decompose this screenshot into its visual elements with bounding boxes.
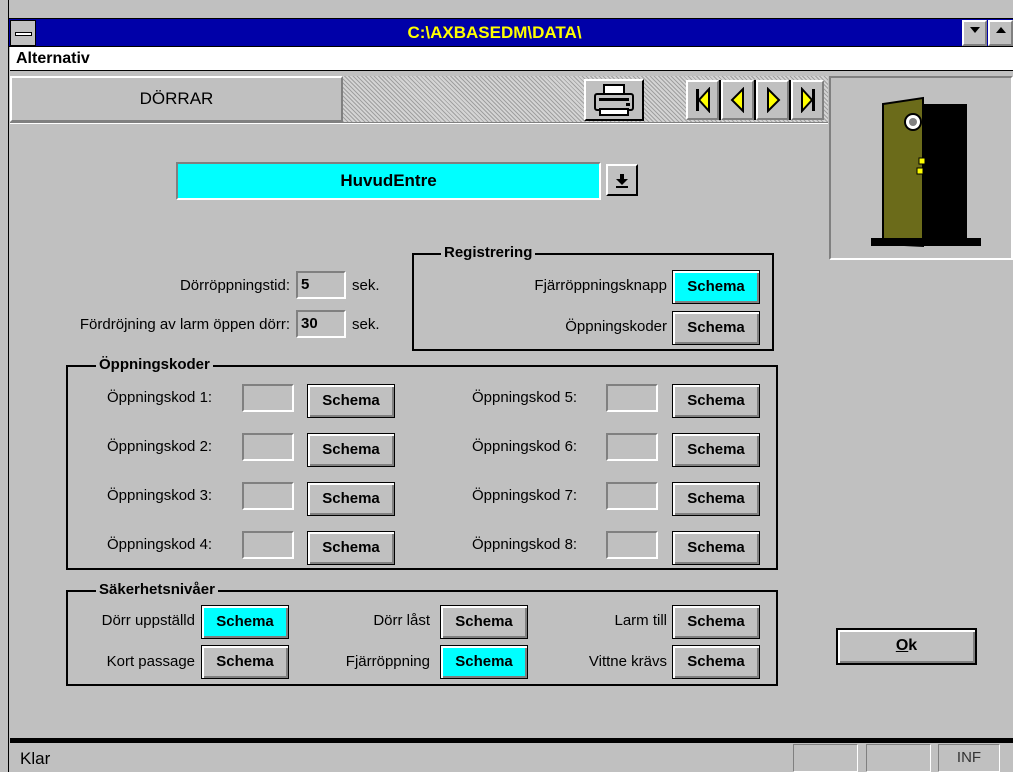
door-icon: [871, 96, 981, 248]
first-record-button[interactable]: [686, 80, 719, 120]
status-panel-inf: INF: [938, 744, 1000, 772]
fjarroppning-schema-button[interactable]: Schema: [440, 645, 528, 679]
dorr-last-schema-button[interactable]: Schema: [440, 605, 528, 639]
door-select[interactable]: HuvudEntre: [176, 162, 601, 200]
oppningskod-2-schema-button[interactable]: Schema: [307, 433, 395, 467]
alarm-delay-unit: sek.: [352, 316, 380, 333]
status-panel-2: [866, 744, 931, 772]
oppningskod-3-label: Öppningskod 3:: [107, 487, 213, 504]
fjarroppning-label: Fjärröppning: [345, 653, 430, 670]
status-panel-1: [793, 744, 858, 772]
oppningskod-6-field[interactable]: [606, 433, 658, 461]
oppningskoder-schema-button[interactable]: Schema: [672, 311, 760, 345]
oppningskod-6-schema-button[interactable]: Schema: [672, 433, 760, 467]
oppningskoder-title: Öppningskoder: [96, 356, 213, 374]
alarm-delay-field[interactable]: 30: [296, 310, 346, 338]
oppningskod-5-schema-button[interactable]: Schema: [672, 384, 760, 418]
oppningskod-7-schema-button[interactable]: Schema: [672, 482, 760, 516]
menu-bar: Alternativ: [10, 47, 1013, 71]
dorr-uppstalld-label: Dörr uppställd: [101, 612, 195, 629]
system-menu-icon[interactable]: [10, 20, 36, 46]
vittne-kravs-label: Vittne krävs: [588, 653, 667, 670]
oppningskod-6-label: Öppningskod 6:: [472, 438, 578, 455]
previous-record-icon: [730, 87, 744, 113]
dropdown-arrow-icon: [616, 174, 628, 188]
oppningskod-4-label: Öppningskod 4:: [107, 536, 213, 553]
alarm-delay-label: Fördröjning av larm öppen dörr:: [79, 316, 290, 333]
larm-till-label: Larm till: [614, 612, 667, 629]
oppningskod-3-field[interactable]: [242, 482, 294, 510]
window-title: C:\AXBASEDM\DATA\: [407, 23, 582, 42]
first-record-icon: [695, 87, 710, 113]
door-open-time-field[interactable]: 5: [296, 271, 346, 299]
application-window: C:\AXBASEDM\DATA\ Alternativ DÖRRAR Huvu…: [0, 0, 1013, 772]
door-select-dropdown-button[interactable]: [606, 164, 638, 196]
oppningskod-1-field[interactable]: [242, 384, 294, 412]
previous-record-button[interactable]: [721, 80, 754, 120]
tab-dorrar[interactable]: DÖRRAR: [10, 76, 343, 122]
oppningskod-7-field[interactable]: [606, 482, 658, 510]
next-record-button[interactable]: [756, 80, 789, 120]
oppningskoder-reg-label: Öppningskoder: [565, 318, 667, 335]
oppningskod-7-label: Öppningskod 7:: [472, 487, 578, 504]
larm-till-schema-button[interactable]: Schema: [672, 605, 760, 639]
window-frame-top: [0, 0, 1013, 19]
dorr-uppstalld-schema-button[interactable]: Schema: [201, 605, 289, 639]
printer-icon: [594, 84, 634, 116]
print-button[interactable]: [584, 79, 644, 121]
oppningskod-1-schema-button[interactable]: Schema: [307, 384, 395, 418]
status-bar: [10, 743, 1013, 772]
last-record-button[interactable]: [791, 80, 824, 120]
door-picture: [829, 76, 1013, 260]
sakerhetsnivaer-title: Säkerhetsnivåer: [96, 581, 218, 599]
oppningskod-1-label: Öppningskod 1:: [107, 389, 213, 406]
oppningskod-5-field[interactable]: [606, 384, 658, 412]
ok-accelerator: O: [895, 637, 909, 654]
oppningskod-4-schema-button[interactable]: Schema: [307, 531, 395, 565]
next-record-icon: [766, 87, 780, 113]
fjarroppningsknapp-label: Fjärröppningsknapp: [534, 277, 667, 294]
door-open-time-label: Dörröppningstid:: [179, 277, 290, 294]
oppningskod-8-schema-button[interactable]: Schema: [672, 531, 760, 565]
kort-passage-schema-button[interactable]: Schema: [201, 645, 289, 679]
toolbar-divider: [10, 122, 828, 124]
door-open-time-unit: sek.: [352, 277, 380, 294]
oppningskod-2-label: Öppningskod 2:: [107, 438, 213, 455]
window-frame-left: [0, 0, 9, 772]
status-text: Klar: [20, 749, 51, 768]
registrering-title: Registrering: [441, 244, 536, 262]
oppningskod-3-schema-button[interactable]: Schema: [307, 482, 395, 516]
oppningskod-8-field[interactable]: [606, 531, 658, 559]
oppningskod-5-label: Öppningskod 5:: [472, 389, 578, 406]
ok-label-rest: k: [908, 637, 918, 654]
record-navigation: [686, 80, 824, 120]
ok-button[interactable]: Ok: [836, 628, 977, 665]
fjarroppningsknapp-schema-button[interactable]: Schema: [672, 270, 760, 304]
kort-passage-label: Kort passage: [106, 653, 195, 670]
oppningskod-2-field[interactable]: [242, 433, 294, 461]
menu-alternativ[interactable]: Alternativ: [16, 50, 90, 68]
scroll-down-icon[interactable]: [962, 20, 987, 46]
oppningskod-8-label: Öppningskod 8:: [472, 536, 578, 553]
vittne-kravs-schema-button[interactable]: Schema: [672, 645, 760, 679]
scroll-up-icon[interactable]: [988, 20, 1013, 46]
oppningskod-4-field[interactable]: [242, 531, 294, 559]
last-record-icon: [800, 87, 815, 113]
dorr-last-label: Dörr låst: [373, 612, 430, 629]
